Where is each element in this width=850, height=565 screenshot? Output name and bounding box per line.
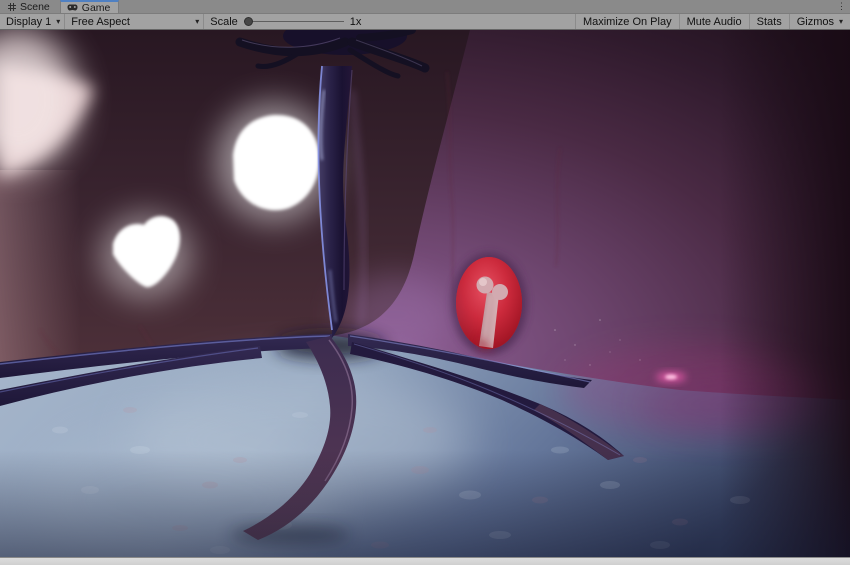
- chevron-down-icon: ▾: [195, 17, 200, 26]
- stats-button[interactable]: Stats: [748, 14, 789, 29]
- scale-control: Scale 1x: [204, 14, 367, 29]
- tab-game[interactable]: Game: [59, 0, 120, 14]
- gamepad-icon: [67, 4, 78, 11]
- game-render-viewport[interactable]: [0, 30, 850, 557]
- game-scene: [0, 30, 850, 557]
- gizmos-dropdown[interactable]: Gizmos ▾: [788, 14, 850, 29]
- toolbar-right-group: Maximize On Play Mute Audio Stats Gizmos…: [574, 14, 850, 29]
- display-dropdown[interactable]: Display 1 ▾: [0, 14, 66, 29]
- maximize-on-play-button[interactable]: Maximize On Play: [574, 14, 679, 29]
- mute-audio-label: Mute Audio: [686, 15, 742, 28]
- bottom-vignette: [0, 450, 850, 557]
- tab-game-label: Game: [81, 1, 111, 14]
- maximize-on-play-label: Maximize On Play: [582, 15, 672, 28]
- game-view-toolbar: Display 1 ▾ Free Aspect ▾ Scale 1x Maxim…: [0, 14, 850, 30]
- scale-slider-track: [243, 21, 344, 22]
- unity-game-view-window: Scene Game ⋮ Display 1 ▾ Free Aspect ▾ S…: [0, 0, 850, 565]
- scale-slider[interactable]: [243, 17, 344, 27]
- pink-glow-spot: [656, 372, 686, 382]
- tab-bar: Scene Game ⋮: [0, 0, 850, 14]
- tab-overflow-menu-icon[interactable]: ⋮: [833, 0, 850, 13]
- stats-label: Stats: [756, 15, 782, 28]
- scale-slider-knob[interactable]: [243, 17, 253, 26]
- window-bottom-strip: [0, 557, 850, 565]
- aspect-ratio-dropdown[interactable]: Free Aspect ▾: [65, 14, 205, 29]
- display-dropdown-label: Display 1: [6, 15, 52, 28]
- tab-scene[interactable]: Scene: [2, 0, 58, 13]
- grid-icon: [8, 2, 16, 11]
- aspect-ratio-label: Free Aspect: [71, 15, 130, 28]
- eye-socket-glow-small: [101, 214, 191, 298]
- scale-value: 1x: [349, 15, 362, 28]
- eye-socket-glow-large: [216, 102, 332, 222]
- scale-label: Scale: [210, 15, 238, 28]
- red-portal: [451, 253, 527, 355]
- gizmos-label: Gizmos: [796, 15, 834, 28]
- chevron-down-icon: ▾: [838, 17, 843, 26]
- mute-audio-button[interactable]: Mute Audio: [678, 14, 749, 29]
- chevron-down-icon: ▾: [56, 17, 61, 26]
- tab-scene-label: Scene: [20, 0, 50, 13]
